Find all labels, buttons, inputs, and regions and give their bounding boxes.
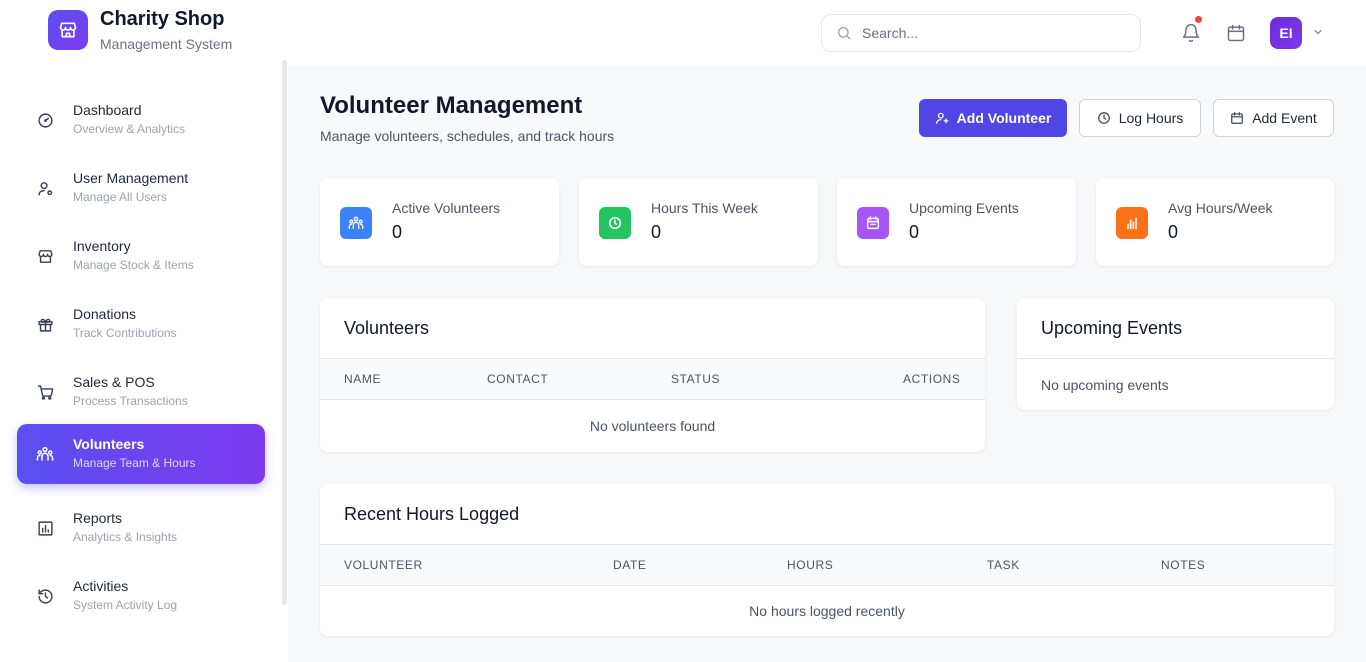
log-hours-label: Log Hours	[1118, 110, 1184, 126]
stat-label: Hours This Week	[651, 200, 758, 216]
stat-card-avg-hours: Avg Hours/Week 0	[1096, 178, 1334, 266]
stat-label: Avg Hours/Week	[1168, 200, 1273, 216]
add-event-label: Add Event	[1252, 110, 1317, 126]
sidebar: Dashboard Overview & Analytics User Mana…	[0, 60, 288, 662]
cart-icon	[36, 383, 54, 401]
empty-state: No upcoming events	[1041, 377, 1169, 393]
search-box[interactable]	[821, 14, 1141, 52]
user-plus-icon	[935, 112, 949, 124]
divider	[1017, 358, 1334, 359]
column-header[interactable]: VOLUNTEER	[344, 558, 423, 572]
search-input[interactable]	[862, 25, 1122, 41]
sidebar-item-label: Dashboard	[73, 102, 142, 118]
sidebar-item-sales-pos[interactable]: Sales & POS Process Transactions	[17, 362, 265, 422]
stat-value: 0	[392, 222, 403, 242]
top-header: Charity Shop Management System EI	[0, 0, 1366, 66]
clock-icon	[599, 207, 631, 239]
add-volunteer-label: Add Volunteer	[956, 110, 1052, 126]
column-header[interactable]: TASK	[987, 558, 1020, 572]
add-event-button[interactable]: Add Event	[1213, 99, 1334, 137]
sidebar-item-reports[interactable]: Reports Analytics & Insights	[17, 498, 265, 558]
recent-hours-card: Recent Hours Logged VOLUNTEER DATE HOURS…	[320, 484, 1334, 636]
upcoming-events-card: Upcoming Events No upcoming events	[1017, 298, 1334, 410]
sidebar-item-sub: Overview & Analytics	[73, 122, 186, 136]
gauge-icon	[36, 111, 54, 129]
card-title: Volunteers	[344, 318, 430, 338]
column-header[interactable]: CONTACT	[487, 372, 548, 386]
gift-icon	[36, 315, 54, 333]
sidebar-item-label: Inventory	[73, 238, 131, 254]
user-gear-icon	[36, 179, 54, 197]
brand-title: Charity Shop	[100, 8, 225, 30]
stat-value: 0	[909, 222, 920, 242]
clock-icon	[1097, 112, 1110, 124]
history-icon	[36, 587, 54, 605]
sidebar-item-label: Reports	[73, 510, 123, 526]
stat-label: Active Volunteers	[392, 200, 501, 216]
sidebar-item-label: Activities	[73, 578, 129, 594]
column-header[interactable]: HOURS	[787, 558, 833, 572]
chevron-down-icon[interactable]	[1312, 26, 1324, 38]
empty-state: No hours logged recently	[749, 603, 905, 619]
people-icon	[36, 445, 54, 463]
log-hours-button[interactable]: Log Hours	[1079, 99, 1201, 137]
bell-icon[interactable]	[1180, 16, 1202, 44]
brand-subtitle: Management System	[100, 36, 233, 52]
sidebar-item-sub: Manage Team & Hours	[73, 456, 196, 470]
sidebar-item-donations[interactable]: Donations Track Contributions	[17, 294, 265, 354]
sidebar-item-sub: Track Contributions	[73, 326, 177, 340]
sidebar-item-sub: Process Transactions	[73, 394, 188, 408]
card-title: Recent Hours Logged	[344, 504, 520, 524]
add-volunteer-button[interactable]: Add Volunteer	[919, 99, 1067, 137]
table-header: NAME CONTACT STATUS ACTIONS	[320, 358, 985, 400]
store-icon	[36, 247, 54, 265]
bar-chart-icon	[1116, 207, 1148, 239]
sidebar-item-sub: Manage Stock & Items	[73, 258, 194, 272]
stat-card-upcoming-events: Upcoming Events 0	[837, 178, 1076, 266]
sidebar-item-sub: Analytics & Insights	[73, 530, 178, 544]
sidebar-item-inventory[interactable]: Inventory Manage Stock & Items	[17, 226, 265, 286]
column-header[interactable]: DATE	[613, 558, 647, 572]
sidebar-item-user-management[interactable]: User Management Manage All Users	[17, 158, 265, 218]
sidebar-scrollbar[interactable]	[282, 60, 287, 605]
stat-card-active-volunteers: Active Volunteers 0	[320, 178, 559, 266]
page-title: Volunteer Management	[320, 92, 583, 119]
page-subtitle: Manage volunteers, schedules, and track …	[320, 128, 615, 144]
sidebar-item-label: User Management	[73, 170, 189, 186]
calendar-icon[interactable]	[1225, 22, 1247, 44]
stat-value: 0	[1168, 222, 1179, 242]
table-header: VOLUNTEER DATE HOURS TASK NOTES	[320, 544, 1334, 586]
sidebar-item-label: Sales & POS	[73, 374, 155, 390]
sidebar-item-volunteers[interactable]: Volunteers Manage Team & Hours	[17, 424, 265, 484]
calendar-icon	[857, 207, 889, 239]
stat-label: Upcoming Events	[909, 200, 1019, 216]
volunteers-card: Volunteers NAME CONTACT STATUS ACTIONS N…	[320, 298, 985, 452]
avatar[interactable]: EI	[1270, 17, 1302, 49]
stat-card-hours-this-week: Hours This Week 0	[579, 178, 818, 266]
sidebar-item-dashboard[interactable]: Dashboard Overview & Analytics	[17, 90, 265, 150]
card-title: Upcoming Events	[1041, 318, 1183, 338]
sidebar-item-activities[interactable]: Activities System Activity Log	[17, 566, 265, 626]
notification-dot	[1195, 16, 1202, 23]
empty-state: No volunteers found	[589, 418, 716, 434]
search-icon	[838, 27, 851, 40]
column-header[interactable]: STATUS	[671, 372, 720, 386]
calendar-icon	[1231, 112, 1244, 124]
people-icon	[340, 207, 372, 239]
sidebar-item-label: Volunteers	[73, 436, 145, 452]
sidebar-item-label: Donations	[73, 306, 137, 322]
column-header[interactable]: ACTIONS	[903, 372, 961, 386]
sidebar-item-sub: System Activity Log	[73, 598, 178, 612]
stat-value: 0	[651, 222, 662, 242]
chart-icon	[36, 519, 54, 537]
store-logo-icon[interactable]	[48, 10, 88, 50]
column-header[interactable]: NAME	[344, 372, 381, 386]
sidebar-item-sub: Manage All Users	[73, 190, 168, 204]
column-header[interactable]: NOTES	[1161, 558, 1205, 572]
